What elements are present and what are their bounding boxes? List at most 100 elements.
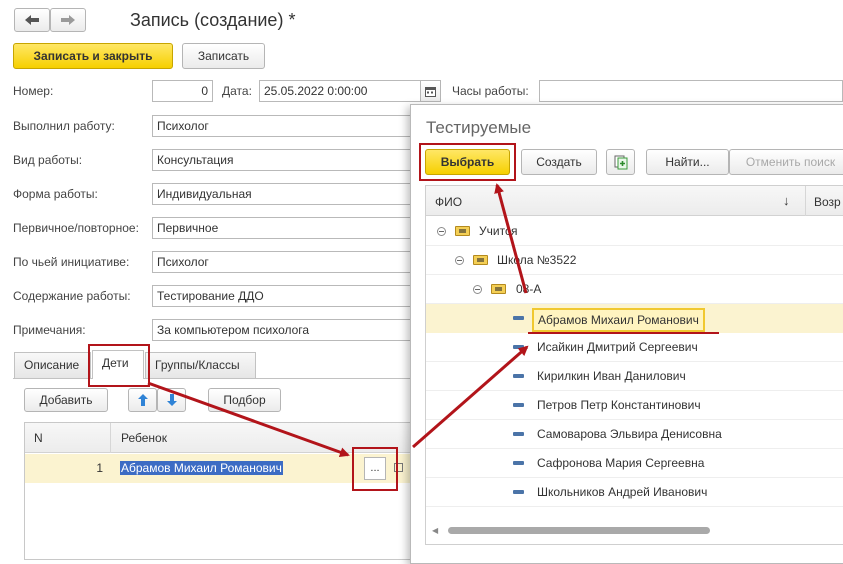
group-label: 08-А [516,282,542,296]
testees-table: ФИО ↓ Возр Учится Школа №3522 08-А Абрам… [425,185,843,545]
folder-icon [473,255,488,265]
item-icon [513,403,524,407]
column-fio[interactable]: ФИО [435,195,462,209]
group-label: Школа №3522 [497,253,577,267]
tree-person-row[interactable]: Абрамов Михаил Романович [426,304,843,333]
tree-person-row[interactable]: Петров Петр Константинович [426,391,843,420]
date-label: Дата: [222,84,252,98]
item-icon [513,461,524,465]
pick-button[interactable]: Подбор [208,388,281,412]
group-label: Учится [479,224,518,238]
popup-title: Тестируемые [426,118,532,137]
notes-label: Примечания: [13,323,86,337]
tabs-baseline [13,378,413,379]
person-name[interactable]: Кирилкин Иван Данилович [537,369,686,383]
save-and-close-button[interactable]: Записать и закрыть [13,43,173,69]
forward-button[interactable] [50,8,86,32]
person-name[interactable]: Петров Петр Константинович [537,398,701,412]
tree-group-row[interactable]: Школа №3522 [426,246,843,275]
find-button[interactable]: Найти... [646,149,729,175]
item-icon [513,490,524,494]
tab-description[interactable]: Описание [14,352,91,378]
tree-group-row[interactable]: Учится [426,217,843,246]
tab-children[interactable]: Дети [92,350,144,379]
save-button[interactable]: Записать [182,43,265,69]
row-number: 1 [96,461,103,475]
move-down-button[interactable] [157,388,186,412]
folder-icon [455,226,470,236]
tree-person-row[interactable]: Сафронова Мария Сергеевна [426,449,843,478]
collapse-icon[interactable] [455,256,464,265]
back-button[interactable] [14,8,50,32]
hours-label: Часы работы: [452,84,529,98]
work-content-label: Содержание работы: [13,289,131,303]
work-form-label: Форма работы: [13,187,98,201]
person-name[interactable]: Школьников Андрей Иванович [537,485,707,499]
tree-person-row[interactable]: Исайкин Дмитрий Сергеевич [426,333,843,362]
create-button[interactable]: Создать [521,149,597,175]
arrow-right-icon [61,15,75,25]
initiative-label: По чьей инициативе: [13,255,130,269]
collapse-icon[interactable] [473,285,482,294]
scrollbar-thumb[interactable] [448,527,710,534]
work-type-label: Вид работы: [13,153,83,167]
page-title: Запись (создание) * [130,10,296,30]
number-field[interactable]: 0 [152,80,213,102]
person-name[interactable]: Абрамов Михаил Романович [532,308,705,332]
number-label: Номер: [13,84,54,98]
date-field[interactable]: 25.05.2022 0:00:00 [259,80,421,102]
column-child[interactable]: Ребенок [121,431,167,445]
column-divider [110,423,111,453]
work-type-field[interactable]: Консультация [152,149,414,171]
initiative-field[interactable]: Психолог [152,251,414,273]
cancel-search-button[interactable]: Отменить поиск [729,149,843,175]
select-button[interactable]: Выбрать [425,149,510,175]
arrow-left-icon [25,15,39,25]
copy-icon [614,155,627,169]
tree-person-row[interactable]: Самоварова Эльвира Денисовна [426,420,843,449]
table-row[interactable]: 1 Абрамов Михаил Романович ... [25,454,413,483]
scroll-left-icon[interactable]: ◀ [432,526,438,535]
arrow-down-icon [166,394,177,406]
person-name[interactable]: Сафронова Мария Сергеевна [537,456,704,470]
work-form-field[interactable]: Индивидуальная [152,183,414,205]
item-icon [513,432,524,436]
choose-ellipsis-button[interactable]: ... [364,457,386,480]
performer-label: Выполнил работу: [13,119,115,133]
row-child-name[interactable]: Абрамов Михаил Романович [120,461,283,475]
item-icon [513,374,524,378]
notes-field[interactable]: За компьютером психолога [152,319,414,341]
item-icon [513,345,524,349]
children-table-header: N Ребенок [25,423,413,453]
copy-button[interactable] [606,149,635,175]
column-age[interactable]: Возр [814,195,841,209]
column-n[interactable]: N [34,431,43,445]
move-up-button[interactable] [128,388,157,412]
primary-repeat-field[interactable]: Первичное [152,217,414,239]
collapse-icon[interactable] [437,227,446,236]
testees-table-header: ФИО ↓ Возр [426,186,843,216]
children-table: N Ребенок 1 Абрамов Михаил Романович ... [24,422,414,560]
sort-arrow-icon[interactable]: ↓ [783,193,790,208]
item-icon [513,316,524,320]
annotation-underline [528,332,719,334]
horizontal-scrollbar[interactable]: ◀ [426,523,843,537]
tree-person-row[interactable]: Кирилкин Иван Данилович [426,362,843,391]
person-name[interactable]: Исайкин Дмитрий Сергеевич [537,340,698,354]
tree-person-row[interactable]: Школьников Андрей Иванович [426,478,843,507]
add-child-button[interactable]: Добавить [24,388,108,412]
tree-group-row[interactable]: 08-А [426,275,843,304]
open-icon[interactable] [394,463,403,472]
arrow-up-icon [137,394,148,406]
folder-icon [491,284,506,294]
tab-groups-classes[interactable]: Группы/Классы [145,352,256,378]
work-content-field[interactable]: Тестирование ДДО [152,285,414,307]
hours-field[interactable] [539,80,843,102]
person-name[interactable]: Самоварова Эльвира Денисовна [537,427,722,441]
column-divider [805,186,806,216]
calendar-icon [425,86,436,97]
performer-field[interactable]: Психолог [152,115,414,137]
calendar-button[interactable] [420,80,441,102]
primary-repeat-label: Первичное/повторное: [13,221,139,235]
tree-body: Учится Школа №3522 08-А Абрамов Михаил Р… [426,217,843,517]
